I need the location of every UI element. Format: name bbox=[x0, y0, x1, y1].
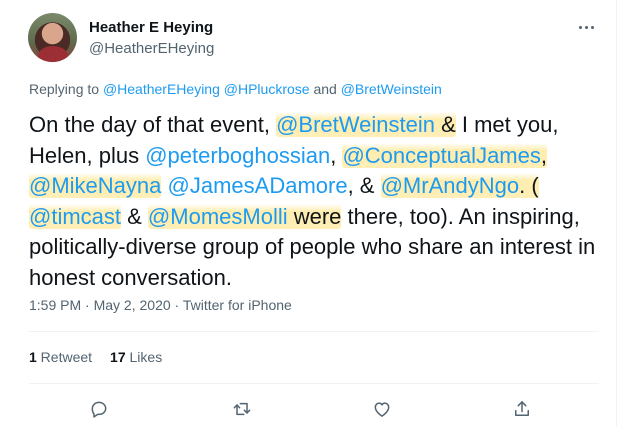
tweet-text-segment: . ( bbox=[519, 173, 539, 198]
tweet-text-segment: On the day of that event, bbox=[29, 112, 277, 137]
mention-link[interactable]: @BretWeinstein bbox=[276, 112, 435, 137]
divider bbox=[29, 383, 599, 384]
tweet-date[interactable]: May 2, 2020 bbox=[94, 297, 171, 313]
reply-mention-link[interactable]: @HeatherEHeying bbox=[103, 81, 220, 97]
divider bbox=[29, 331, 599, 332]
tweet-text-segment: , & bbox=[347, 173, 381, 198]
meta-separator: · bbox=[170, 297, 183, 313]
reply-mention-link[interactable]: @HPluckrose bbox=[224, 81, 310, 97]
mention-link[interactable]: @MomesMolli bbox=[148, 204, 288, 229]
tweet-text-segment: & bbox=[441, 112, 456, 137]
tweet-stats: 1 Retweet 17 Likes bbox=[29, 349, 162, 365]
reply-mention-link[interactable]: @BretWeinstein bbox=[341, 81, 442, 97]
retweet-button[interactable] bbox=[228, 395, 256, 423]
share-icon bbox=[515, 401, 529, 416]
tweet-text-segment: & bbox=[121, 203, 148, 229]
tweet-text-segment: , bbox=[330, 142, 343, 168]
mention-link[interactable]: @ConceptualJames bbox=[342, 143, 540, 168]
author-name[interactable]: Heather E Heying bbox=[89, 19, 213, 36]
tweet-text-segment: , bbox=[540, 142, 547, 168]
likes-stat[interactable]: 17 Likes bbox=[110, 349, 162, 365]
heart-icon bbox=[374, 402, 390, 417]
tweet-text: On the day of that event, @BretWeinstein… bbox=[29, 110, 599, 293]
more-icon[interactable] bbox=[574, 17, 598, 37]
tweet-source[interactable]: Twitter for iPhone bbox=[183, 297, 292, 313]
tweet-meta: 1:59 PM · May 2, 2020 · Twitter for iPho… bbox=[29, 297, 292, 313]
replying-prefix: Replying to bbox=[29, 81, 103, 97]
reply-button[interactable] bbox=[85, 395, 113, 423]
retweets-count: 1 bbox=[29, 349, 37, 365]
likes-label: Likes bbox=[125, 349, 163, 365]
avatar[interactable] bbox=[28, 13, 77, 62]
mention-link[interactable]: @JamesADamore bbox=[168, 173, 348, 198]
replying-to: Replying to @HeatherEHeying @HPluckrose … bbox=[29, 81, 442, 97]
mention-link[interactable]: @MrAndyNgo bbox=[381, 173, 520, 198]
tweet-card: Heather E Heying @HeatherEHeying Replyin… bbox=[0, 0, 617, 427]
tweet-time[interactable]: 1:59 PM bbox=[29, 297, 81, 313]
reply-separator: and bbox=[309, 81, 341, 97]
retweets-label: Retweet bbox=[36, 349, 93, 365]
mention-link[interactable]: @timcast bbox=[29, 204, 121, 229]
like-button[interactable] bbox=[368, 395, 396, 423]
author-handle[interactable]: @HeatherEHeying bbox=[89, 40, 214, 57]
retweets-stat[interactable]: 1 Retweet bbox=[29, 349, 92, 365]
meta-separator: · bbox=[81, 297, 94, 313]
reply-icon bbox=[91, 401, 107, 418]
retweet-icon bbox=[233, 402, 251, 416]
share-button[interactable] bbox=[508, 395, 536, 423]
mention-link[interactable]: @peterboghossian bbox=[145, 143, 330, 168]
likes-count: 17 bbox=[110, 349, 126, 365]
tweet-text-segment: were bbox=[287, 203, 342, 229]
mention-link[interactable]: @MikeNayna bbox=[29, 173, 161, 198]
action-bar bbox=[0, 395, 617, 423]
